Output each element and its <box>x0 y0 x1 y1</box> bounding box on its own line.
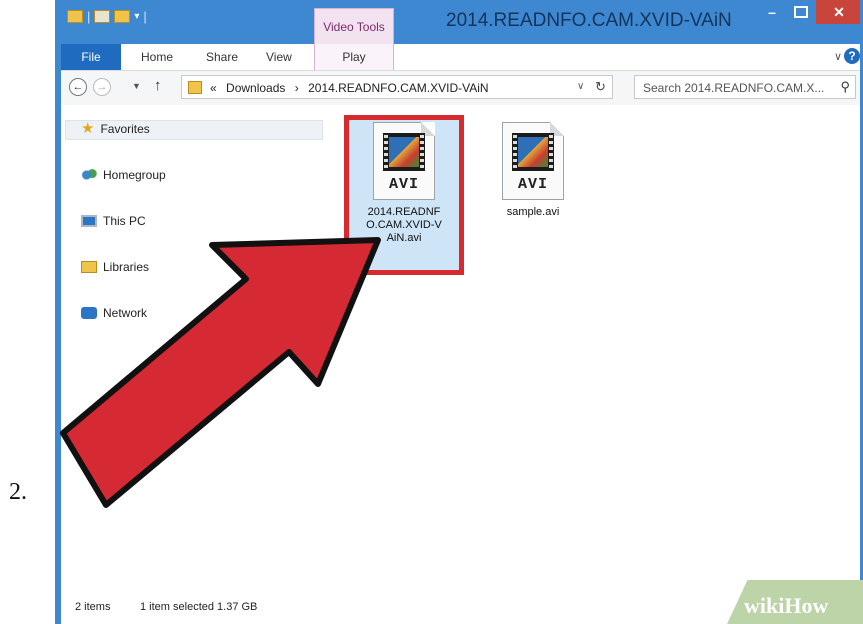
tab-play[interactable]: Play <box>314 44 394 70</box>
tab-view[interactable]: View <box>266 44 292 70</box>
sidebar-item-label: Network <box>103 306 148 320</box>
file-name: 2014.READNFO.CAM.XVID-VAiN.avi <box>366 206 442 244</box>
window-title: 2014.READNFO.CAM.XVID-VAiN <box>446 10 732 31</box>
search-input[interactable]: Search 2014.READNFO.CAM.X... ⚲ <box>634 75 856 99</box>
filmstrip-icon <box>512 133 554 171</box>
file-name: sample.avi <box>506 206 560 218</box>
step-number: 2. <box>9 479 27 505</box>
sidebar-item-label: Homegroup <box>103 168 166 182</box>
customize-toolbar-icon[interactable]: ▾ <box>134 11 139 22</box>
star-icon: ★ <box>81 120 95 137</box>
minimize-button[interactable]: – <box>759 0 785 24</box>
title-bar: | ▾ | Video Tools 2014.READNFO.CAM.XVID-… <box>61 0 860 44</box>
sidebar-item-network[interactable]: Network <box>81 306 147 320</box>
sidebar-item-label: This PC <box>103 214 146 228</box>
navigation-pane: ★ Favorites Homegroup This PC Libraries … <box>61 106 329 592</box>
explorer-window: | ▾ | Video Tools 2014.READNFO.CAM.XVID-… <box>55 0 863 624</box>
breadcrumb-current-folder[interactable]: 2014.READNFO.CAM.XVID-VAiN <box>308 81 489 95</box>
breadcrumb-overflow[interactable]: « <box>210 81 217 95</box>
help-icon[interactable]: ? <box>844 48 860 64</box>
breadcrumb-downloads[interactable]: Downloads <box>226 81 285 95</box>
sidebar-item-favorites[interactable]: ★ Favorites <box>81 120 150 137</box>
file-extension-label: AVI <box>517 176 548 193</box>
video-file-icon: AVI <box>373 122 435 200</box>
video-file-icon: AVI <box>502 122 564 200</box>
sidebar-item-homegroup[interactable]: Homegroup <box>81 168 166 182</box>
video-tools-contextual-tab: Video Tools <box>314 8 394 44</box>
ribbon-tabs: File Home Share View Play ∨ ? <box>61 44 860 71</box>
watermark-logo: wikiHow <box>744 593 829 618</box>
computer-icon <box>81 215 97 227</box>
forward-arrow-icon: → <box>96 81 108 93</box>
item-count: 2 items <box>75 601 111 613</box>
close-button[interactable]: ✕ <box>816 0 860 24</box>
sidebar-item-this-pc[interactable]: This PC <box>81 214 146 228</box>
address-bar[interactable]: « Downloads › 2014.READNFO.CAM.XVID-VAiN… <box>181 75 613 99</box>
breadcrumb: « Downloads › 2014.READNFO.CAM.XVID-VAiN <box>210 81 489 95</box>
sidebar-item-label: Favorites <box>100 122 150 136</box>
up-arrow-icon[interactable]: ↑ <box>154 77 162 94</box>
selection-info: 1 item selected 1.37 GB <box>140 601 258 613</box>
breadcrumb-separator-icon: › <box>294 81 299 95</box>
search-placeholder: Search 2014.READNFO.CAM.X... <box>643 81 825 95</box>
search-icon: ⚲ <box>840 79 850 94</box>
back-button[interactable]: ← <box>69 78 87 96</box>
homegroup-icon <box>81 168 97 182</box>
sidebar-item-libraries[interactable]: Libraries <box>81 260 149 274</box>
folder-icon[interactable] <box>67 10 83 23</box>
tab-file[interactable]: File <box>61 44 121 70</box>
refresh-icon[interactable]: ↻ <box>595 79 606 95</box>
folder-icon <box>188 81 202 94</box>
close-icon: ✕ <box>833 3 845 20</box>
separator-icon: | <box>87 9 91 24</box>
maximize-button[interactable] <box>788 0 814 24</box>
sidebar-item-label: Libraries <box>103 260 150 274</box>
separator-icon: | <box>143 9 147 24</box>
network-icon <box>81 307 97 319</box>
contextual-tab-label: Video Tools <box>323 20 385 34</box>
maximize-icon <box>794 6 808 18</box>
new-folder-icon[interactable] <box>114 10 131 23</box>
tab-home[interactable]: Home <box>141 44 173 70</box>
filmstrip-icon <box>383 133 425 171</box>
recent-locations-icon[interactable]: ▼ <box>132 81 141 91</box>
file-extension-label: AVI <box>388 176 419 193</box>
file-item-selected[interactable]: AVI 2014.READNFO.CAM.XVID-VAiN.avi <box>345 122 463 245</box>
chevron-down-icon[interactable]: ∨ <box>577 81 584 92</box>
expand-ribbon-icon[interactable]: ∨ <box>834 50 842 63</box>
tab-share[interactable]: Share <box>206 44 238 70</box>
libraries-icon <box>81 261 97 273</box>
minimize-icon: – <box>768 4 776 20</box>
back-arrow-icon: ← <box>72 81 84 93</box>
forward-button[interactable]: → <box>93 78 111 96</box>
address-row: ← → ▼ ↑ « Downloads › 2014.READNFO.CAM.X… <box>61 71 860 105</box>
file-item[interactable]: AVI sample.avi <box>474 122 592 219</box>
quick-access-toolbar: | ▾ | <box>67 9 147 24</box>
properties-icon[interactable] <box>94 10 111 23</box>
